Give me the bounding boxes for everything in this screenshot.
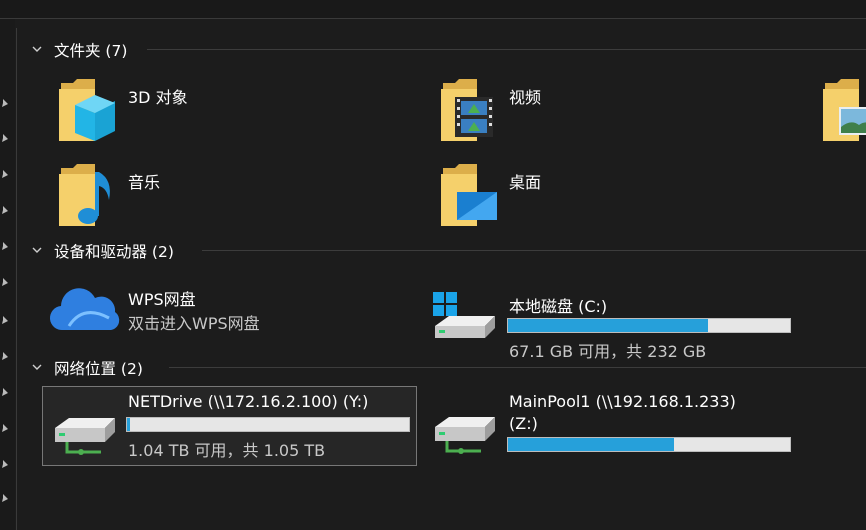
drive-usage-fill: [508, 438, 675, 451]
device-item-local-disk-c[interactable]: 本地磁盘 (C:) 67.1 GB 可用，共 232 GB: [429, 274, 809, 361]
music-folder-icon: [59, 164, 110, 226]
wps-cloud-icon: [49, 288, 120, 331]
network-drive-icon: [435, 417, 495, 454]
content-view: 文件夹 (7) 3D 对象 视频 音乐 桌面 设备和驱动器 (2) WPS网盘 …: [17, 19, 866, 530]
pin-icon[interactable]: [0, 205, 10, 215]
pin-icon[interactable]: [0, 241, 10, 251]
network-label-drive-letter: (Z:): [509, 414, 538, 433]
address-bar-area: [0, 0, 866, 19]
videos-folder-icon: [441, 79, 493, 141]
chevron-down-icon[interactable]: [31, 43, 43, 55]
pin-icon[interactable]: [0, 277, 10, 287]
drive-usage-bar: [507, 437, 791, 452]
pin-icon[interactable]: [0, 387, 10, 397]
navigation-pane[interactable]: [0, 19, 15, 530]
folder-label: 3D 对象: [128, 88, 188, 107]
pin-icon[interactable]: [0, 493, 10, 503]
group-title: 设备和驱动器 (2): [54, 243, 174, 261]
network-label: MainPool1 (\\192.168.1.233): [509, 392, 736, 411]
group-header-folders[interactable]: 文件夹 (7): [17, 37, 866, 61]
folder-item-pictures[interactable]: [821, 77, 866, 147]
pin-icon[interactable]: [0, 169, 10, 179]
device-description: 双击进入WPS网盘: [128, 314, 260, 333]
pictures-folder-icon: [823, 79, 866, 141]
device-item-wps-cloud[interactable]: WPS网盘 双击进入WPS网盘: [47, 279, 407, 339]
folder-label: 视频: [509, 88, 542, 107]
folder-label: 音乐: [128, 173, 161, 192]
network-drive-icon: [55, 418, 115, 455]
pin-icon[interactable]: [0, 351, 10, 361]
chevron-down-icon[interactable]: [31, 244, 43, 256]
folder-item-desktop[interactable]: 桌面: [439, 162, 779, 232]
network-item-netdrive[interactable]: NETDrive (\\172.16.2.100) (Y:) 1.04 TB 可…: [42, 386, 417, 466]
device-label: 本地磁盘 (C:): [509, 297, 608, 316]
group-header-network[interactable]: 网络位置 (2): [17, 355, 866, 379]
folder-item-videos[interactable]: 视频: [439, 77, 779, 147]
drive-usage-fill: [127, 418, 130, 431]
device-label: WPS网盘: [128, 290, 196, 309]
group-header-devices[interactable]: 设备和驱动器 (2): [17, 238, 866, 262]
drive-usage-bar: [126, 417, 410, 432]
folder-label: 桌面: [509, 173, 542, 192]
windows-drive-icon: [433, 292, 495, 338]
network-label: NETDrive (\\172.16.2.100) (Y:): [128, 392, 369, 411]
pin-icon[interactable]: [0, 98, 10, 108]
group-divider: [202, 250, 866, 251]
group-title: 网络位置 (2): [54, 360, 143, 378]
group-divider: [169, 367, 866, 368]
pin-icon[interactable]: [0, 459, 10, 469]
folder-item-music[interactable]: 音乐: [57, 162, 397, 232]
chevron-down-icon[interactable]: [31, 361, 43, 373]
group-divider: [147, 49, 866, 50]
network-item-mainpool1[interactable]: MainPool1 (\\192.168.1.233) (Z:): [429, 386, 809, 464]
pin-icon[interactable]: [0, 133, 10, 143]
pin-icon[interactable]: [0, 315, 10, 325]
desktop-folder-icon: [441, 164, 497, 226]
drive-usage-bar: [507, 318, 791, 333]
drive-usage-fill: [508, 319, 709, 332]
network-capacity: 1.04 TB 可用，共 1.05 TB: [128, 441, 326, 460]
folder-item-3d-objects[interactable]: 3D 对象: [57, 77, 397, 147]
pin-icon[interactable]: [0, 423, 10, 433]
group-title: 文件夹 (7): [54, 42, 128, 60]
3d-objects-folder-icon: [59, 79, 115, 141]
